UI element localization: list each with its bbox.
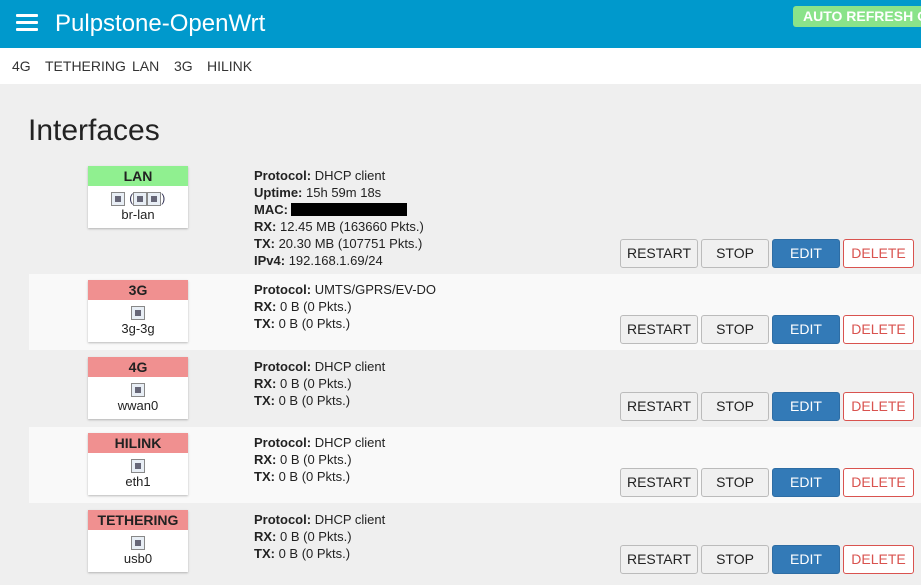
rx-value: 0 B (0 Pkts.) (280, 452, 352, 467)
rx-value: 0 B (0 Pkts.) (280, 299, 352, 314)
protocol-value: DHCP client (314, 512, 386, 527)
tab-tethering[interactable]: TETHERING (45, 58, 126, 74)
interface-row-4g: 4G wwan0 Protocol: DHCP client RX: 0 B (… (29, 351, 921, 427)
edit-button[interactable]: EDIT (772, 315, 840, 344)
edit-button[interactable]: EDIT (772, 392, 840, 421)
tx-value: 0 B (0 Pkts.) (278, 469, 351, 484)
interface-badge[interactable]: 4G wwan0 (88, 357, 188, 419)
interface-device: eth1 (125, 474, 151, 489)
tx-value: 0 B (0 Pkts.) (278, 316, 351, 331)
edit-button[interactable]: EDIT (772, 468, 840, 497)
restart-button[interactable]: RESTART (620, 392, 698, 421)
tab-lan[interactable]: LAN (132, 58, 159, 74)
ethernet-port-icon (131, 458, 145, 473)
stop-button[interactable]: STOP (701, 315, 769, 344)
tx-value: 0 B (0 Pkts.) (278, 393, 351, 408)
brand-title[interactable]: Pulpstone-OpenWrt (55, 9, 265, 39)
interface-device: wwan0 (117, 398, 159, 413)
mac-redacted (290, 203, 407, 216)
hamburger-menu-icon[interactable] (16, 14, 38, 34)
protocol-value: UMTS/GPRS/EV-DO (314, 282, 437, 297)
protocol-value: DHCP client (314, 435, 386, 450)
top-header: Pulpstone-OpenWrt AUTO REFRESH ON (0, 0, 921, 48)
stop-button[interactable]: STOP (701, 239, 769, 268)
interface-info: Protocol: DHCP client RX: 0 B (0 Pkts.) … (254, 359, 386, 408)
interface-row-3g: 3G 3g-3g Protocol: UMTS/GPRS/EV-DO RX: 0… (29, 274, 921, 350)
tx-value: 0 B (0 Pkts.) (278, 546, 351, 561)
interface-device: usb0 (123, 551, 153, 566)
delete-button[interactable]: DELETE (843, 315, 914, 344)
interface-device: br-lan (121, 207, 155, 222)
interface-info: Protocol: DHCP client RX: 0 B (0 Pkts.) … (254, 512, 386, 561)
edit-button[interactable]: EDIT (772, 239, 840, 268)
rx-value: 12.45 MB (163660 Pkts.) (280, 219, 424, 234)
delete-button[interactable]: DELETE (843, 392, 914, 421)
interface-name: HILINK (88, 433, 188, 453)
delete-button[interactable]: DELETE (843, 545, 914, 574)
interface-badge[interactable]: TETHERING usb0 (88, 510, 188, 572)
interface-row-tethering: TETHERING usb0 Protocol: DHCP client RX:… (29, 504, 921, 585)
ethernet-port-icon (110, 191, 125, 206)
interface-name: TETHERING (88, 510, 188, 530)
interface-name: LAN (88, 166, 188, 186)
interface-badge[interactable]: HILINK eth1 (88, 433, 188, 495)
uptime-value: 15h 59m 18s (306, 185, 382, 200)
ethernet-port-icon (131, 535, 145, 550)
stop-button[interactable]: STOP (701, 545, 769, 574)
interface-name: 3G (88, 280, 188, 300)
restart-button[interactable]: RESTART (620, 239, 698, 268)
ethernet-port-icon (131, 382, 145, 397)
interface-info: Protocol: DHCP client RX: 0 B (0 Pkts.) … (254, 435, 386, 484)
interface-device: 3g-3g (121, 321, 155, 336)
tab-4g[interactable]: 4G (12, 58, 31, 74)
restart-button[interactable]: RESTART (620, 315, 698, 344)
ipv4-value: 192.168.1.69/24 (288, 253, 383, 268)
bridge-bracket-icon: () (129, 191, 166, 207)
delete-button[interactable]: DELETE (843, 239, 914, 268)
rx-value: 0 B (0 Pkts.) (280, 529, 352, 544)
protocol-value: DHCP client (314, 359, 386, 374)
restart-button[interactable]: RESTART (620, 545, 698, 574)
interface-name: 4G (88, 357, 188, 377)
protocol-value: DHCP client (314, 168, 386, 183)
page-title: Interfaces (28, 114, 160, 147)
tab-bar: 4G TETHERING LAN 3G HILINK (0, 48, 921, 84)
restart-button[interactable]: RESTART (620, 468, 698, 497)
rx-value: 0 B (0 Pkts.) (280, 376, 352, 391)
interface-badge[interactable]: 3G 3g-3g (88, 280, 188, 342)
bridge-icon: () (88, 186, 188, 207)
interface-row-hilink: HILINK eth1 Protocol: DHCP client RX: 0 … (29, 427, 921, 503)
interface-info: Protocol: DHCP client Uptime: 15h 59m 18… (254, 168, 424, 268)
auto-refresh-badge[interactable]: AUTO REFRESH ON (793, 6, 921, 27)
stop-button[interactable]: STOP (701, 468, 769, 497)
stop-button[interactable]: STOP (701, 392, 769, 421)
tab-hilink[interactable]: HILINK (207, 58, 252, 74)
interface-info: Protocol: UMTS/GPRS/EV-DO RX: 0 B (0 Pkt… (254, 282, 437, 331)
interface-row-lan: LAN () br-lan Protocol: DHCP client Upti… (29, 160, 921, 273)
delete-button[interactable]: DELETE (843, 468, 914, 497)
interface-badge[interactable]: LAN () br-lan (88, 166, 188, 228)
edit-button[interactable]: EDIT (772, 545, 840, 574)
ethernet-port-icon (131, 305, 145, 320)
tx-value: 20.30 MB (107751 Pkts.) (278, 236, 423, 251)
tab-3g[interactable]: 3G (174, 58, 193, 74)
